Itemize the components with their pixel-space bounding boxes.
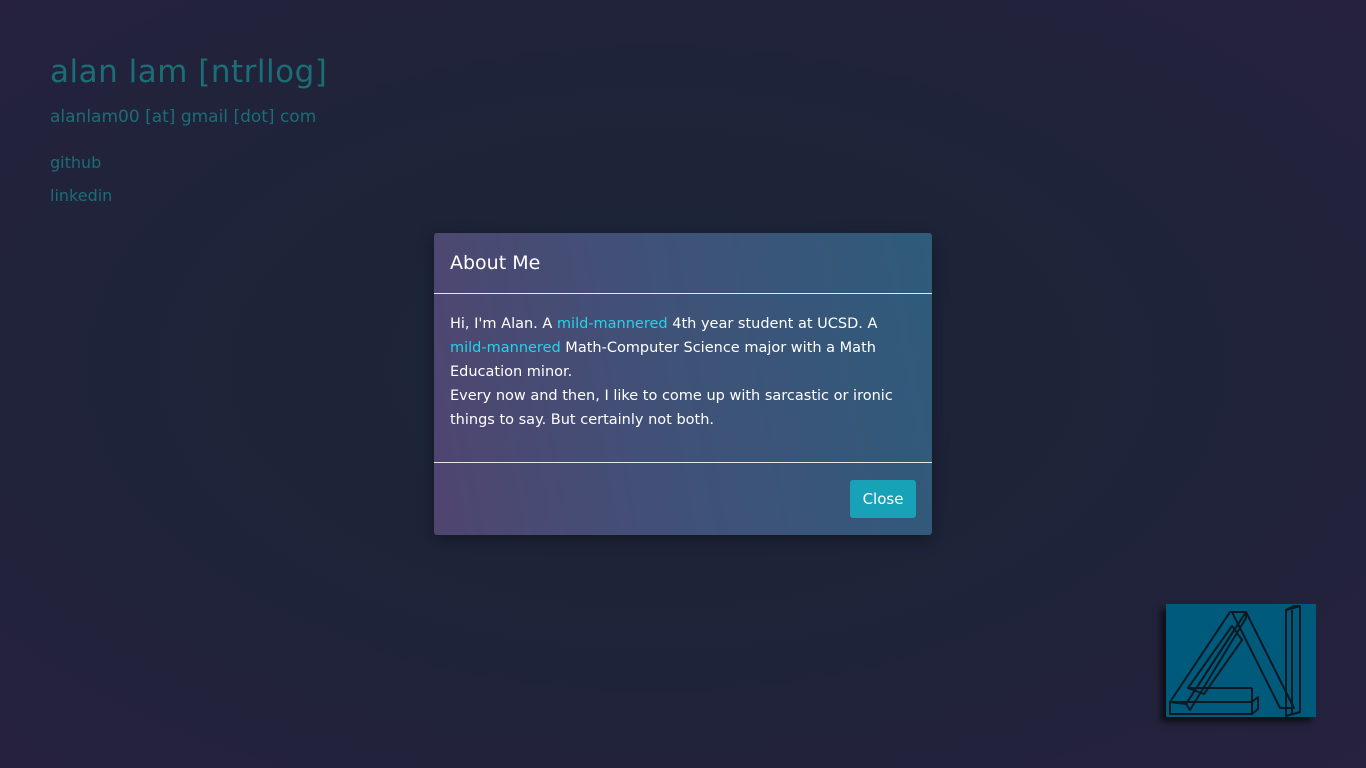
modal-body: Hi, I'm Alan. A mild-mannered 4th year s…: [434, 294, 932, 463]
an-logo-icon: [1169, 605, 1301, 717]
highlight-text-2: mild-mannered: [450, 340, 561, 356]
modal-title: About Me: [450, 252, 541, 274]
highlight-text-1: mild-mannered: [556, 316, 668, 332]
intro-middle-text: 4th year student at UCSD. A: [667, 316, 878, 332]
intro-paragraph: Hi, I'm Alan. A mild-mannered 4th year s…: [450, 312, 916, 384]
modal-header: About Me: [434, 233, 932, 294]
second-paragraph: Every now and then, I like to come up wi…: [450, 388, 893, 428]
site-title: alan lam [ntrllog]: [50, 54, 328, 90]
contact-email: alanlam00 [at] gmail [dot] com: [50, 107, 317, 127]
site-logo[interactable]: [1166, 604, 1316, 717]
page-header: alan lam [ntrllog] alanlam00 [at] gmail …: [50, 52, 327, 212]
about-me-modal: About Me Hi, I'm Alan. A mild-mannered 4…: [434, 233, 932, 535]
close-button[interactable]: Close: [850, 480, 916, 518]
social-links: github linkedin: [50, 146, 327, 212]
modal-footer: Close: [434, 463, 932, 534]
intro-text: Hi, I'm Alan. A: [450, 316, 557, 332]
github-link[interactable]: github: [50, 146, 327, 179]
linkedin-link[interactable]: linkedin: [50, 179, 327, 212]
